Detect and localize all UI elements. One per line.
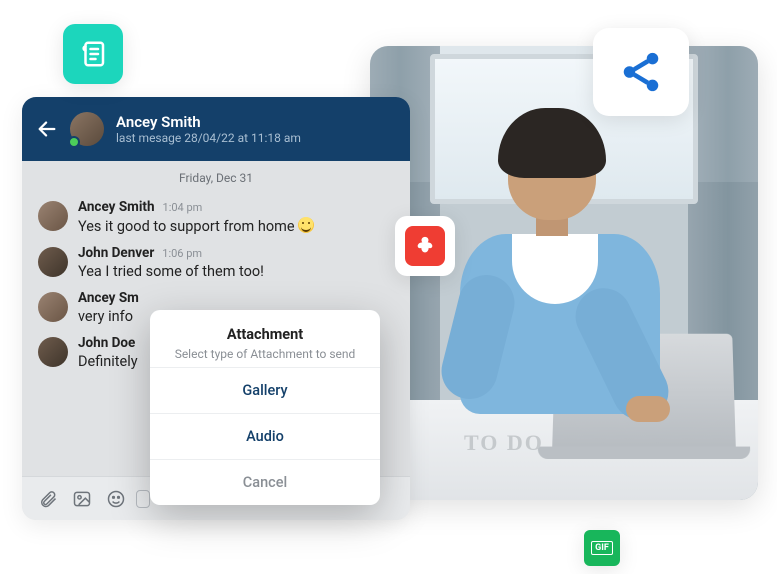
back-icon[interactable]	[36, 118, 58, 140]
gif-icon: GIF	[591, 541, 613, 555]
chat-header: Ancey Smith last mesage 28/04/22 at 11:1…	[22, 97, 410, 161]
message-row: Ancey Smith 1:04 pm Yes it good to suppo…	[38, 199, 394, 235]
paperclip-icon[interactable]	[38, 489, 58, 509]
share-icon	[618, 49, 664, 95]
header-avatar[interactable]	[70, 112, 104, 146]
modal-title: Attachment	[168, 326, 362, 343]
share-tile[interactable]	[593, 28, 689, 116]
modal-option-audio[interactable]: Audio	[150, 413, 380, 459]
smile-emoji-icon	[298, 217, 314, 233]
header-contact-name: Ancey Smith	[116, 113, 301, 131]
message-time: 1:06 pm	[162, 247, 202, 260]
document-icon	[78, 39, 108, 69]
header-last-message: last mesage 28/04/22 at 11:18 am	[116, 131, 301, 145]
status-online-dot	[68, 136, 80, 148]
message-sender: Ancey Smith	[78, 199, 155, 215]
modal-option-gallery[interactable]: Gallery	[150, 367, 380, 413]
pdf-tile[interactable]	[395, 216, 455, 276]
message-text: Yea I tried some of them too!	[78, 263, 394, 280]
message-time: 1:04 pm	[163, 201, 203, 214]
modal-subtitle: Select type of Attachment to send	[168, 347, 362, 361]
avatar[interactable]	[38, 201, 68, 231]
avatar[interactable]	[38, 247, 68, 277]
avatar[interactable]	[38, 337, 68, 367]
modal-cancel[interactable]: Cancel	[150, 459, 380, 505]
avatar[interactable]	[38, 292, 68, 322]
message-row: John Denver 1:06 pm Yea I tried some of …	[38, 245, 394, 280]
message-sender: Ancey Sm	[78, 290, 139, 306]
person	[440, 116, 680, 436]
pdf-icon	[414, 235, 436, 257]
message-sender: John Doe	[78, 335, 135, 351]
document-tile[interactable]	[63, 24, 123, 84]
message-sender: John Denver	[78, 245, 154, 261]
image-icon[interactable]	[72, 489, 92, 509]
gif-tile[interactable]: GIF	[584, 530, 620, 566]
text-input-stub[interactable]	[136, 490, 150, 508]
message-text: Yes it good to support from home	[78, 217, 394, 235]
attachment-modal: Attachment Select type of Attachment to …	[150, 310, 380, 505]
emoji-icon[interactable]	[106, 489, 126, 509]
date-separator: Friday, Dec 31	[22, 161, 410, 189]
